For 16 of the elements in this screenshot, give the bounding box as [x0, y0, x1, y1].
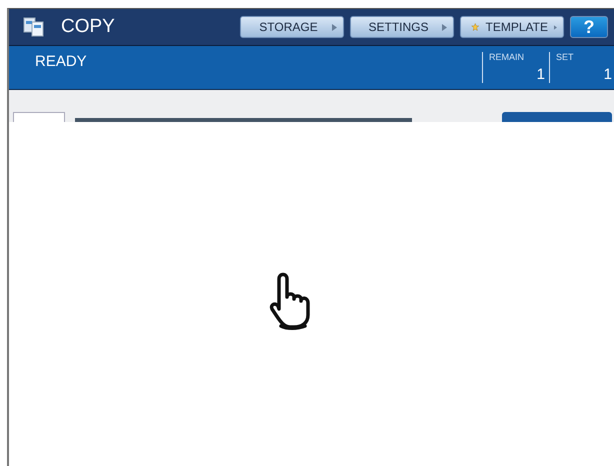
arrow-icon: [332, 24, 337, 30]
status-message: READY: [35, 53, 88, 70]
counter-value: 1: [602, 66, 612, 83]
help-button[interactable]: ?: [570, 16, 608, 38]
counter-value: 1: [536, 66, 545, 83]
partial-button[interactable]: [13, 112, 65, 122]
counter-label: REMAIN: [489, 52, 526, 62]
menu-button[interactable]: TEMPLATE: [460, 16, 564, 38]
menu-button[interactable]: SETTINGS: [350, 16, 454, 38]
menu-button[interactable]: STORAGE: [240, 16, 344, 38]
star-icon: [471, 20, 480, 34]
counter-label: SET: [556, 52, 575, 62]
copy-documents-icon: [23, 16, 45, 38]
arrow-icon: [554, 24, 557, 30]
arrow-icon: [442, 24, 447, 30]
screen-title: COPY: [61, 16, 116, 38]
